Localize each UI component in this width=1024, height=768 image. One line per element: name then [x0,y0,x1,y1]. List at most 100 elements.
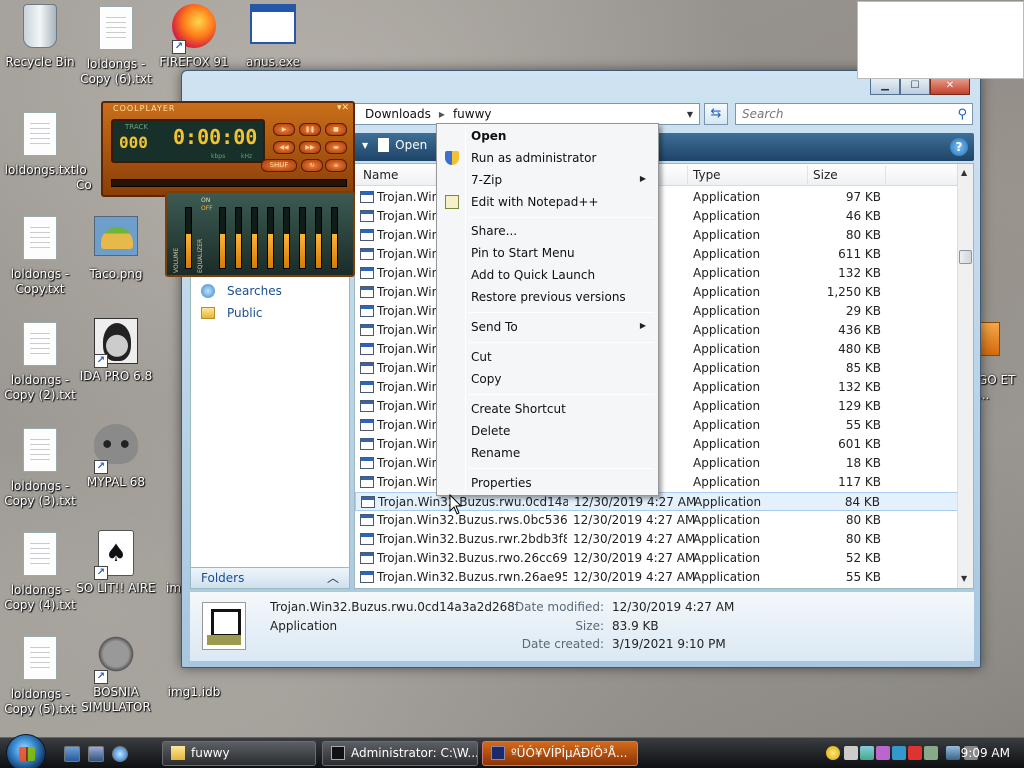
menu-item-open[interactable]: Open [439,126,656,147]
close-button[interactable]: ✕ [930,77,970,95]
desktop-icon-ida-pro[interactable]: ↗ IDA PRO 6.8 [76,318,156,384]
smiley-icon[interactable] [826,746,840,760]
desktop-icon-text-file[interactable]: loldongs - Copy (2).txt [0,322,80,403]
desktop-icon-text-file[interactable]: loldongs - Copy.txt [0,216,80,297]
maximize-button[interactable]: ☐ [900,77,930,95]
eq-power-toggle[interactable]: ON OFF [201,197,213,213]
desktop-icon-text-file[interactable]: loldongs.txt [0,112,80,178]
menu-item-run-as-admin[interactable]: Run as administrator [439,148,656,169]
eq-band-slider[interactable] [251,207,258,269]
open-button[interactable]: ▼ Open [362,138,427,152]
desktop-icon-firefox[interactable]: ↗ FIREFOX 91 [154,4,234,70]
repeat-icon[interactable]: ↻ [301,159,323,172]
desktop-icon-solitaire[interactable]: ♠ ↗ SO LIT!! AIRE [76,530,156,596]
column-header-size[interactable]: Size [813,168,838,182]
show-desktop-icon[interactable] [64,746,80,762]
seek-bar[interactable] [111,179,347,187]
eq-band-slider[interactable] [219,207,226,269]
menu-item-pin-start[interactable]: Pin to Start Menu [439,243,656,264]
play-icon[interactable]: ▶ [273,123,295,136]
desktop-icon-text-file[interactable]: loldongs - Copy (6).txt [76,6,156,87]
file-size: 132 KB [838,380,881,394]
fast-forward-icon[interactable]: ▶▶ [299,141,321,154]
shuffle-button[interactable]: SHUF [261,159,297,172]
desktop-icon-recycle-bin[interactable]: Recycle Bin [0,4,80,70]
start-button[interactable] [6,734,46,768]
help-icon[interactable]: ? [950,138,968,156]
switch-windows-icon[interactable] [88,746,104,762]
desktop-icon-partial-right[interactable]: GO ET ... [978,322,1024,403]
search-icon[interactable]: ⚲ [957,105,967,125]
coolplayer-window[interactable]: COOLPLAYER ▾✕ TRACK 000 0:00:00 kbps kHz… [101,101,356,279]
desktop-icon-partial[interactable]: lo Co [76,112,100,193]
desktop-icon-exe[interactable]: anus.exe [233,4,313,70]
folders-toggle[interactable]: Folders ︿ [190,567,350,589]
scroll-up-icon[interactable]: ▲ [961,168,967,177]
tray-app-icon[interactable] [908,746,922,760]
menu-item-delete[interactable]: Delete [439,421,656,442]
nav-item-public[interactable]: Public [201,306,263,320]
rewind-icon[interactable]: ◀◀ [273,141,295,154]
column-header-type[interactable]: Type [693,168,721,182]
tray-app-icon[interactable] [876,746,890,760]
app-icon [491,746,505,760]
taskbar-button-explorer[interactable]: fuwwy [162,741,316,766]
desktop-icon-text-file[interactable]: loldongs - Copy (4).txt [0,532,80,613]
eq-band-slider[interactable] [331,207,338,269]
search-input[interactable]: Search ⚲ [735,103,973,125]
menu-item-share[interactable]: Share... [439,221,656,242]
breadcrumb-downloads[interactable]: Downloads [365,107,431,121]
eq-band-slider[interactable] [315,207,322,269]
eject-icon[interactable]: ▬ [325,141,347,154]
stop-icon[interactable]: ■ [325,123,347,136]
vertical-scrollbar[interactable]: ▲ ▼ [957,164,973,588]
desktop-icon-mypal[interactable]: ↗ MYPAL 68 [76,424,156,490]
eq-band-slider[interactable] [299,207,306,269]
playlist-icon[interactable]: ≡ [325,159,347,172]
chevron-down-icon[interactable]: ▼ [687,110,693,119]
table-row[interactable]: Trojan.Win32.Buzus.rwn.26ae959a... 12/30/… [355,568,959,587]
breadcrumb-fuwwy[interactable]: fuwwy [453,107,492,121]
menu-item-add-quick-launch[interactable]: Add to Quick Launch [439,265,656,286]
menu-item-restore-versions[interactable]: Restore previous versions [439,287,656,308]
eq-band-slider[interactable] [235,207,242,269]
scrollbar-thumb[interactable] [959,250,972,264]
blank-window[interactable] [857,1,1024,79]
details-filetype: Application [270,619,338,633]
menu-item-properties[interactable]: Properties [439,473,656,494]
menu-item-send-to[interactable]: Send To ▶ [439,317,656,338]
eq-band-slider[interactable] [283,207,290,269]
tray-app-icon[interactable] [892,746,906,760]
menu-item-cut[interactable]: Cut [439,347,656,368]
eq-band-slider[interactable] [267,207,274,269]
menu-item-edit-notepadpp[interactable]: Edit with Notepad++ [439,192,656,213]
tray-app-icon[interactable] [860,746,874,760]
desktop-icon-bosnia[interactable]: ↗ BOSNIA SIMULATOR [76,634,156,715]
table-row[interactable]: Trojan.Win32.Buzus.rws.0bc5368d... 12/30/… [355,511,959,530]
taskbar-button-player[interactable]: ºÜÓ¥VÍPÍµÄÐíÖ³Å... [482,741,638,766]
tray-app-icon[interactable] [924,746,938,760]
table-row[interactable]: Trojan.Win32.Buzus.rwr.2bdb3f81... 12/30/… [355,530,959,549]
desktop-icon-label: BOSNIA SIMULATOR [81,685,151,714]
menu-item-7zip[interactable]: 7-Zip ▶ [439,170,656,191]
column-header-name[interactable]: Name [363,168,398,182]
menu-item-copy[interactable]: Copy [439,369,656,390]
scroll-down-icon[interactable]: ▼ [961,574,967,583]
network-icon[interactable] [946,746,960,760]
refresh-button[interactable]: ⇆ [704,103,728,125]
minimize-button[interactable]: ▁ [870,77,900,95]
pause-icon[interactable]: ❚❚ [299,123,321,136]
desktop-icon-text-file[interactable]: loldongs - Copy (3).txt [0,428,80,509]
internet-explorer-icon[interactable] [112,746,128,762]
volume-slider[interactable] [185,207,192,269]
menu-item-rename[interactable]: Rename [439,443,656,464]
taskbar-button-cmd[interactable]: Administrator: C:\W... [322,741,478,766]
tray-app-icon[interactable] [844,746,858,760]
address-bar[interactable]: Downloads ▸ fuwwy ▼ [354,103,700,125]
menu-item-create-shortcut[interactable]: Create Shortcut [439,399,656,420]
desktop-icon-text-file[interactable]: loldongs - Copy (5).txt [0,636,80,717]
nav-item-searches[interactable]: Searches [201,284,282,298]
taskbar-clock[interactable]: 9:09 AM [961,746,1010,760]
table-row[interactable]: Trojan.Win32.Buzus.rwo.26cc6924... 12/30/… [355,549,959,568]
player-close-icon[interactable]: ▾✕ [337,103,349,113]
